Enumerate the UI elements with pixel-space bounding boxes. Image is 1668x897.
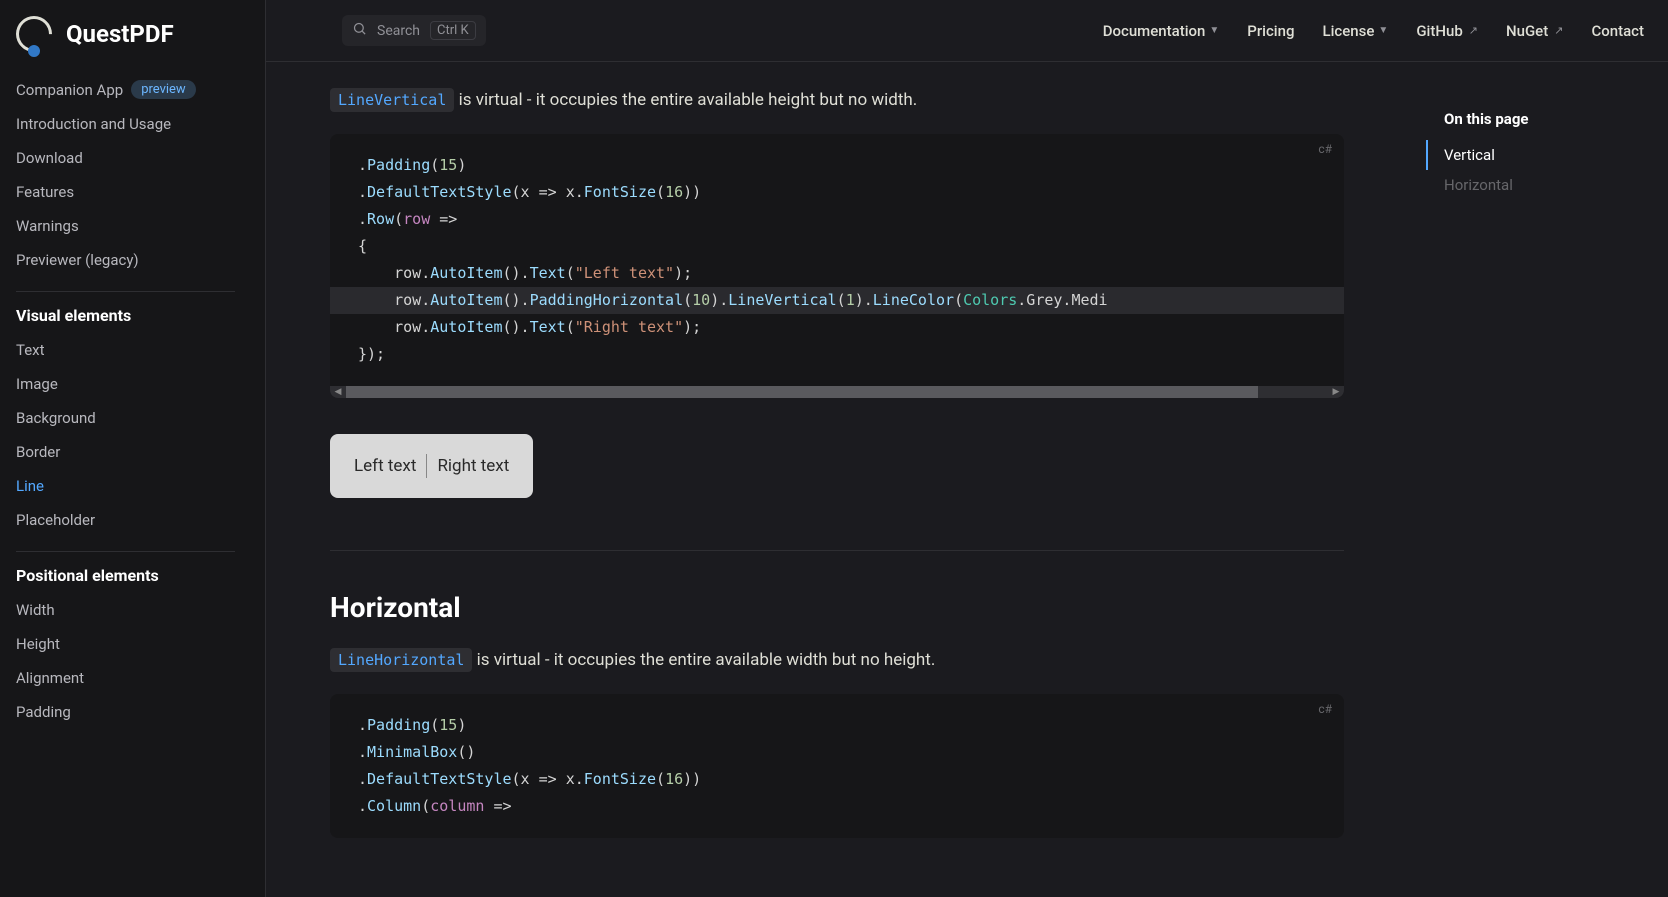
- example-vertical-line: [426, 454, 427, 478]
- nav-link-license[interactable]: License▼: [1323, 22, 1389, 40]
- sidebar-item-padding[interactable]: Padding: [12, 695, 253, 729]
- code-line: {: [330, 233, 1344, 260]
- sidebar: QuestPDF Companion App preview Introduct…: [0, 0, 266, 897]
- table-of-contents: On this page VerticalHorizontal: [1408, 90, 1668, 220]
- code-language-label: c#: [1318, 702, 1332, 716]
- code-line: row.AutoItem().Text("Right text");: [330, 314, 1344, 341]
- external-link-icon: ↗: [1469, 24, 1478, 37]
- header: Search Ctrl K Documentation▼ Pricing Licen…: [266, 0, 1668, 62]
- sidebar-item-image[interactable]: Image: [12, 367, 253, 401]
- example-output-vertical: Left text Right text: [330, 434, 533, 498]
- search-placeholder: Search: [377, 23, 420, 39]
- sidebar-item-placeholder[interactable]: Placeholder: [12, 503, 253, 537]
- horizontal-description: LineHorizontal is virtual - it occupies …: [330, 650, 1344, 670]
- code-line: .Padding(15): [330, 152, 1344, 179]
- scroll-right-icon[interactable]: ▶: [1328, 387, 1344, 397]
- sidebar-item-features[interactable]: Features: [12, 175, 253, 209]
- chevron-down-icon: ▼: [1209, 25, 1219, 36]
- code-content: .Padding(15).DefaultTextStyle(x => x.Fon…: [330, 134, 1344, 386]
- sidebar-item-label: Companion App: [16, 81, 123, 99]
- nav-link-documentation[interactable]: Documentation▼: [1103, 22, 1220, 40]
- preview-badge: preview: [131, 80, 196, 99]
- code-line: .Row(row =>: [330, 206, 1344, 233]
- nav-link-contact[interactable]: Contact: [1591, 22, 1644, 40]
- scroll-thumb[interactable]: [346, 386, 1258, 398]
- code-line: row.AutoItem().Text("Left text");: [330, 260, 1344, 287]
- sidebar-group-visual: Visual elements: [12, 292, 253, 333]
- brand-row[interactable]: QuestPDF: [12, 0, 253, 72]
- main-content: LineVertical is virtual - it occupies th…: [266, 0, 1408, 897]
- nav-link-github[interactable]: GitHub↗: [1416, 22, 1478, 40]
- sidebar-item-alignment[interactable]: Alignment: [12, 661, 253, 695]
- code-line: .MinimalBox(): [330, 739, 1344, 766]
- section-divider: [330, 550, 1344, 551]
- brand-name: QuestPDF: [66, 20, 174, 48]
- code-line: });: [330, 341, 1344, 368]
- sidebar-item-background[interactable]: Background: [12, 401, 253, 435]
- horizontal-heading: Horizontal: [330, 591, 1344, 624]
- inline-code-linevertical: LineVertical: [330, 88, 454, 112]
- code-line: .DefaultTextStyle(x => x.FontSize(16)): [330, 179, 1344, 206]
- example-left-text: Left text: [354, 456, 416, 476]
- sidebar-item-download[interactable]: Download: [12, 141, 253, 175]
- sidebar-group-positional: Positional elements: [12, 552, 253, 593]
- nav-link-pricing[interactable]: Pricing: [1247, 22, 1294, 40]
- nav-links: Documentation▼ Pricing License▼ GitHub↗ NuGe…: [1103, 22, 1644, 40]
- sidebar-item-companion[interactable]: Companion App preview: [12, 72, 253, 107]
- toc-item-horizontal[interactable]: Horizontal: [1426, 170, 1644, 200]
- search-kbd: Ctrl K: [430, 21, 476, 40]
- code-line: .Column(column =>: [330, 793, 1344, 820]
- toc-item-vertical[interactable]: Vertical: [1426, 140, 1644, 170]
- code-content: .Padding(15).MinimalBox().DefaultTextSty…: [330, 694, 1344, 838]
- search-input[interactable]: Search Ctrl K: [342, 15, 486, 46]
- sidebar-item-introduction-and-usage[interactable]: Introduction and Usage: [12, 107, 253, 141]
- sidebar-item-previewer-legacy-[interactable]: Previewer (legacy): [12, 243, 253, 277]
- code-language-label: c#: [1318, 142, 1332, 156]
- scroll-left-icon[interactable]: ◀: [330, 387, 346, 397]
- code-line: row.AutoItem().PaddingHorizontal(10).Lin…: [330, 287, 1344, 314]
- example-right-text: Right text: [437, 456, 509, 476]
- sidebar-item-text[interactable]: Text: [12, 333, 253, 367]
- logo-icon: [9, 9, 60, 60]
- sidebar-item-border[interactable]: Border: [12, 435, 253, 469]
- search-icon: [352, 21, 367, 40]
- vertical-description: LineVertical is virtual - it occupies th…: [330, 90, 1344, 110]
- code-scrollbar[interactable]: ◀ ▶: [330, 386, 1344, 398]
- code-block-vertical: c# .Padding(15).DefaultTextStyle(x => x.…: [330, 134, 1344, 398]
- toc-title: On this page: [1426, 110, 1644, 128]
- nav-link-nuget[interactable]: NuGet↗: [1506, 22, 1563, 40]
- code-line: .DefaultTextStyle(x => x.FontSize(16)): [330, 766, 1344, 793]
- sidebar-item-width[interactable]: Width: [12, 593, 253, 627]
- inline-code-linehorizontal: LineHorizontal: [330, 648, 472, 672]
- sidebar-item-line[interactable]: Line: [12, 469, 253, 503]
- sidebar-item-warnings[interactable]: Warnings: [12, 209, 253, 243]
- sidebar-item-height[interactable]: Height: [12, 627, 253, 661]
- chevron-down-icon: ▼: [1378, 25, 1388, 36]
- external-link-icon: ↗: [1554, 24, 1563, 37]
- code-line: .Padding(15): [330, 712, 1344, 739]
- code-block-horizontal: c# .Padding(15).MinimalBox().DefaultText…: [330, 694, 1344, 838]
